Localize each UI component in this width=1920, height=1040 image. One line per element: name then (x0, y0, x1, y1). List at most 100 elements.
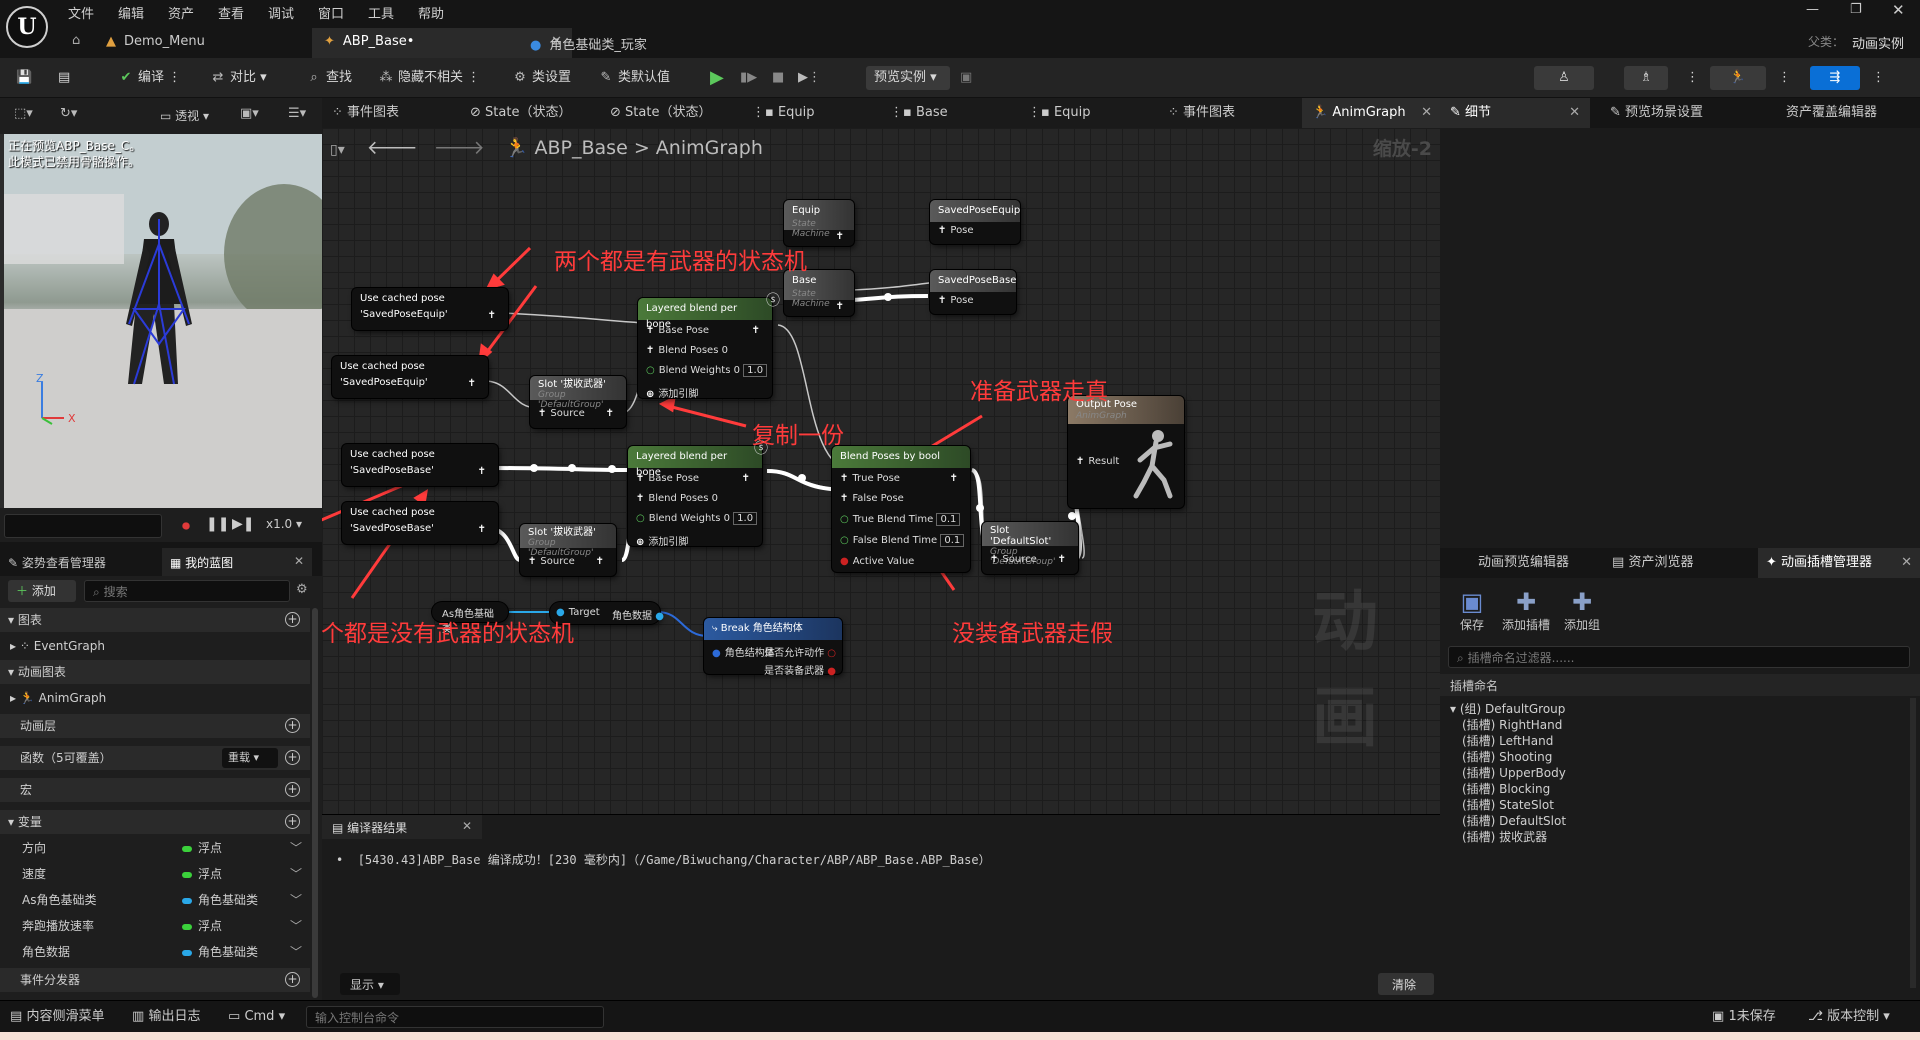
node-break-struct[interactable]: ⤷ Break 角色结构体 ● 角色结构体 是否允许动作 ○ 是否装备武器 ● (704, 618, 842, 677)
node-cached-pose-base-2[interactable]: Use cached pose 'SavedPoseBase' ✝ (342, 502, 498, 544)
pose-output-pin[interactable]: ✝ (478, 524, 490, 535)
tab-character-player[interactable]: ● 角色基础类_玩家 (530, 28, 790, 58)
slot-row[interactable]: (插槽) RightHand (1462, 716, 1562, 733)
slot-row[interactable]: (插槽) StateSlot (1462, 796, 1554, 813)
select-mode-icon[interactable]: ⬚▾ (14, 106, 33, 121)
blend-weights-pin[interactable]: ○ Blend Weights 0 1.0 (636, 512, 758, 525)
anim-graph-canvas[interactable]: ▯▾ 🡐 🡒 🏃 ABP_Base > AnimGraph 缩放-2 动画 Eq… (322, 128, 1440, 814)
tab-my-blueprint[interactable]: ▦ 我的蓝图 ✕ (162, 548, 312, 576)
record-icon[interactable]: ⏺ (182, 516, 190, 536)
slot-scrollbar[interactable] (1910, 698, 1916, 988)
node-layered-blend-2[interactable]: Layered blend per bone ✝ Base Pose ✝ ✝ Ble… (628, 446, 762, 548)
eject-icon[interactable]: ▶⋮ (798, 66, 821, 90)
add-graph-icon[interactable]: + (285, 612, 300, 627)
active-value-pin[interactable]: ● Active Value (840, 556, 914, 567)
menu-file[interactable]: 文件 (68, 3, 94, 22)
stop-icon[interactable]: ■ (772, 66, 784, 90)
restore-icon[interactable]: ❐ (1850, 2, 1862, 17)
lit-mode-icon[interactable]: ▣▾ (240, 106, 259, 121)
false-blend-time-field[interactable]: 0.1 (940, 534, 965, 547)
pose-output-pin[interactable]: ✝ (606, 408, 618, 419)
add-group-button[interactable]: ✚ 添加组 (1558, 588, 1606, 633)
node-saved-pose-base[interactable]: SavedPoseBase ✝ Pose (930, 270, 1016, 314)
node-slot-draw-weapon-2[interactable]: Slot '拔收武器' Group 'DefaultGroup' ✝ Source … (520, 524, 616, 576)
node-cached-pose-base-1[interactable]: Use cached pose 'SavedPoseBase' ✝ (342, 444, 498, 486)
tab-event-graph[interactable]: ⁘ 事件图表 (332, 98, 399, 128)
home-icon[interactable]: ⌂ (72, 33, 80, 48)
true-blend-time-field[interactable]: 0.1 (936, 513, 961, 526)
node-default-slot[interactable]: Slot 'DefaultSlot' Group 'DefaultGroup' ✝… (982, 522, 1078, 574)
slot-row[interactable]: (插槽) 拔收武器 (1462, 828, 1547, 845)
pose-output-pin[interactable]: ✝ (836, 301, 848, 312)
source-input-pin[interactable]: ✝ Source (528, 556, 575, 567)
section-variables[interactable]: ▾ 变量 + (0, 810, 310, 834)
node-blend-poses-by-bool[interactable]: Blend Poses by bool ✝ True Pose ✝ ✝ False … (832, 446, 970, 572)
skeleton-mode-icon[interactable]: ♙ (1534, 66, 1594, 90)
debug-filter-icon[interactable]: ▣ (960, 66, 972, 90)
variable-row[interactable]: 方向 浮点 ﹀ (0, 836, 310, 860)
tab-equip[interactable]: ⋮▪ Equip (752, 98, 815, 128)
tab-asset-browser[interactable]: ▤ 资产浏览器 (1612, 548, 1693, 578)
blend-weights-pin[interactable]: ○ Blend Weights 0 1.0 (646, 364, 768, 377)
add-variable-icon[interactable]: + (285, 814, 300, 829)
browse-icon[interactable]: ▤ (58, 66, 70, 90)
tab-details[interactable]: ✎ 细节 ✕ (1440, 98, 1590, 128)
slot-row[interactable]: (插槽) DefaultSlot (1462, 812, 1566, 829)
animation-mode-icon[interactable]: 🏃 (1710, 66, 1766, 90)
tab-asset-override[interactable]: 资产覆盖编辑器 (1786, 98, 1877, 128)
mesh-mode-icon[interactable]: ♗ (1624, 66, 1668, 90)
add-layer-icon[interactable]: + (285, 718, 300, 733)
eye-icon[interactable]: ﹀ (290, 862, 302, 886)
preview-instance-dropdown[interactable]: 预览实例 ▾ (866, 66, 950, 90)
allow-action-pin[interactable]: 是否允许动作 ○ (764, 644, 836, 659)
false-blend-time-pin[interactable]: ○ False Blend Time 0.1 (840, 534, 965, 547)
console-input[interactable]: 输入控制台命令 (306, 1006, 604, 1028)
base-pose-pin[interactable]: ✝ Base Pose (636, 473, 699, 484)
pose-output-pin[interactable]: ✝ (596, 556, 608, 567)
clear-button[interactable]: 清除 (1378, 973, 1434, 995)
parent-class-link[interactable]: 动画实例 (1852, 33, 1904, 52)
add-dispatcher-icon[interactable]: + (285, 972, 300, 987)
section-anim-graphs[interactable]: ▾ 动画图表 (0, 660, 310, 684)
step-forward-icon[interactable]: ▶❚ (232, 516, 255, 532)
preview-viewport[interactable]: ⬚▾ ↻▾ ▭ 透视 ▾ ▣▾ ☰▾ Z X 正在预览ABP_Base_C。 此… (0, 98, 344, 542)
add-macro-icon[interactable]: + (285, 782, 300, 797)
cmd-dropdown[interactable]: ▭ Cmd ▾ (228, 1007, 285, 1027)
tab-base[interactable]: ⋮▪ Base (890, 98, 948, 128)
add-function-icon[interactable]: + (285, 750, 300, 765)
show-dropdown[interactable]: 显示 ▾ (340, 973, 400, 995)
slot-row[interactable]: (插槽) Shooting (1462, 748, 1552, 765)
item-event-graph[interactable]: ▸ ⁘ EventGraph (0, 634, 310, 658)
eye-icon[interactable]: ﹀ (290, 940, 302, 964)
class-defaults-button[interactable]: ✎ 类默认值 (598, 66, 670, 90)
slot-group-row[interactable]: ▾ (组) DefaultGroup (1450, 700, 1565, 717)
tab-pose-watch[interactable]: ✎ 姿势查看管理器 (8, 554, 106, 571)
weight-field[interactable]: 1.0 (733, 512, 758, 525)
slot-filter-input[interactable]: ⌕ 插槽命名过滤器...... (1448, 646, 1910, 668)
tab-anim-graph[interactable]: 🏃 AnimGraph ✕ (1302, 98, 1440, 128)
timeline-field[interactable] (4, 514, 162, 538)
base-pose-pin[interactable]: ✝ Base Pose (646, 325, 709, 336)
menu-view[interactable]: 查看 (218, 3, 244, 22)
source-control-button[interactable]: ⎇ 版本控制 ▾ (1808, 1007, 1890, 1027)
tab-close-icon[interactable]: ✕ (1421, 98, 1432, 128)
override-dropdown[interactable]: 重载 ▾ (222, 748, 278, 768)
tab-close-icon[interactable]: ✕ (294, 554, 304, 568)
pose-input-pin[interactable]: ✝ Pose (938, 225, 974, 236)
minimize-icon[interactable]: — (1806, 2, 1819, 17)
add-slot-button[interactable]: ✚ 添加插槽 (1496, 588, 1556, 633)
unreal-logo[interactable]: U (6, 6, 48, 48)
section-graphs[interactable]: ▾ 图表 + (0, 608, 310, 632)
left-panel-scrollbar[interactable] (312, 608, 318, 998)
playback-speed[interactable]: x1.0 ▾ (266, 517, 302, 531)
section-anim-layers[interactable]: 动画层 + (0, 714, 310, 738)
eye-icon[interactable]: ﹀ (290, 888, 302, 912)
save-slot-button[interactable]: ▣ 保存 (1452, 588, 1492, 633)
tab-state-1[interactable]: ⊘ State（状态） (470, 98, 571, 128)
hide-unrelated-button[interactable]: ⁂ 隐藏不相关 ⋮ (378, 66, 481, 90)
true-pose-pin[interactable]: ✝ True Pose (840, 473, 900, 484)
menu-edit[interactable]: 编辑 (118, 3, 144, 22)
tab-equip-2[interactable]: ⋮▪ Equip (1028, 98, 1091, 128)
class-settings-button[interactable]: ⚙ 类设置 (512, 66, 571, 90)
pose-output-pin[interactable]: ✝ (836, 231, 848, 242)
